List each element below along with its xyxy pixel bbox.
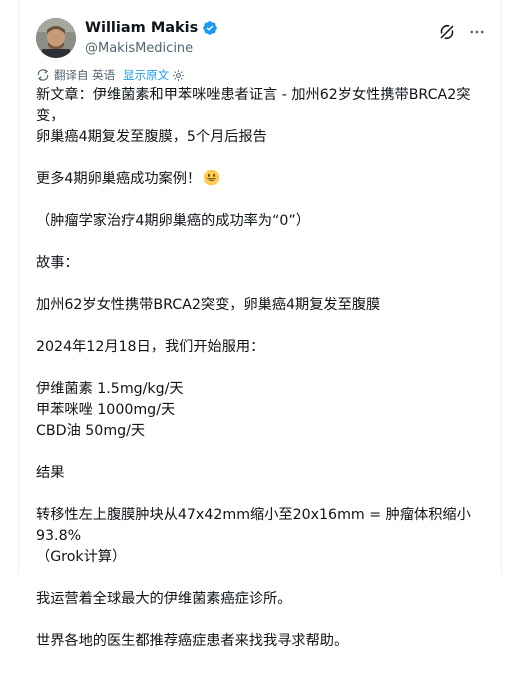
results-line-2: （Grok计算）	[36, 549, 127, 565]
post-actions-top	[437, 22, 487, 42]
post-text: 新文章：伊维菌素和甲苯咪唑患者证言 - 加州62岁女性携带BRCA2突变， 卵巢癌…	[36, 85, 496, 673]
smiley-emoji-icon	[203, 169, 220, 186]
results-label: 结果	[36, 465, 65, 481]
headline-line-2: 卵巢癌4期复发至腹膜，5个月后报告	[36, 129, 267, 145]
grok-icon[interactable]	[437, 22, 457, 42]
medication-list: 伊维菌素 1.5mg/kg/天 甲苯咪唑 1000mg/天 CBD油 50mg/天	[36, 379, 496, 442]
show-original-link[interactable]: 显示原文	[123, 67, 169, 83]
translation-bar: 翻译自 英语 显示原文	[36, 67, 185, 83]
oncologist-rate: （肿瘤学家治疗4期卵巢癌的成功率为“0”）	[36, 213, 310, 229]
results-line-1: 转移性左上腹膜肿块从47x42mm缩小至20x16mm = 肿瘤体积缩小93.8…	[36, 507, 471, 544]
more-cases-text: 更多4期卵巢癌成功案例！	[36, 171, 202, 187]
doctors-text: 世界各地的医生都推荐癌症患者来找我寻求帮助。	[36, 633, 349, 649]
story-text: 加州62岁女性携带BRCA2突变，卵巢癌4期复发至腹膜	[36, 297, 381, 313]
gear-icon[interactable]	[172, 69, 185, 82]
more-cases: 更多4期卵巢癌成功案例！	[36, 169, 496, 190]
headline: 新文章：伊维菌素和甲苯咪唑患者证言 - 加州62岁女性携带BRCA2突变， 卵巢癌…	[36, 85, 496, 148]
story-label: 故事：	[36, 255, 79, 271]
medication-1: 伊维菌素 1.5mg/kg/天	[36, 381, 184, 397]
medication-2: 甲苯咪唑 1000mg/天	[36, 402, 176, 418]
start-date: 2024年12月18日，我们开始服用：	[36, 339, 265, 355]
author-name-row: William Makis	[85, 20, 218, 36]
display-name[interactable]: William Makis	[85, 20, 198, 36]
avatar[interactable]	[36, 18, 76, 58]
translate-icon	[37, 69, 49, 81]
verified-badge-icon	[203, 21, 218, 35]
more-icon[interactable]	[467, 22, 487, 42]
avatar-image	[36, 18, 76, 58]
handle[interactable]: @MakisMedicine	[85, 41, 193, 56]
headline-line-1: 新文章：伊维菌素和甲苯咪唑患者证言 - 加州62岁女性携带BRCA2突变，	[36, 87, 471, 124]
post-card: William Makis @MakisMedicine 翻译自 英语 显示原文…	[18, 0, 502, 649]
medication-3: CBD油 50mg/天	[36, 423, 146, 439]
results: 转移性左上腹膜肿块从47x42mm缩小至20x16mm = 肿瘤体积缩小93.8…	[36, 505, 496, 568]
translated-from-label: 翻译自 英语	[54, 68, 116, 82]
clinic-text: 我运营着全球最大的伊维菌素癌症诊所。	[36, 591, 292, 607]
